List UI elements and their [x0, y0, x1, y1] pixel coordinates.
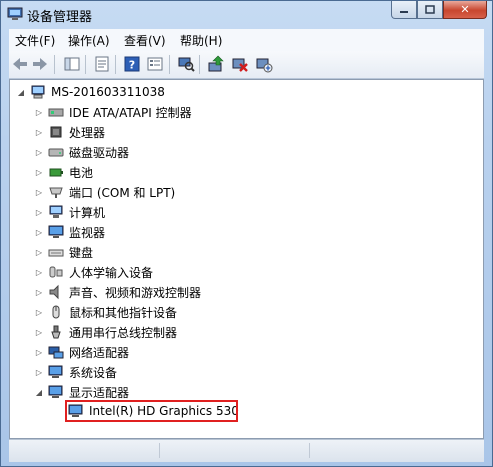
- tree-category[interactable]: ▷ 键盘: [34, 242, 93, 262]
- category-label: 计算机: [69, 205, 106, 220]
- category-label: 显示适配器: [69, 385, 130, 400]
- tree-category[interactable]: ▷ 人体学输入设备: [34, 262, 153, 282]
- display-adapter-icon: [48, 385, 63, 398]
- update-driver-icon[interactable]: [207, 55, 225, 73]
- system-devices-icon: [48, 365, 63, 378]
- tree-root[interactable]: ◢ MS-201603311038: [16, 82, 165, 102]
- monitor-icon: [48, 225, 64, 238]
- category-label: 系统设备: [69, 365, 118, 380]
- tree-category[interactable]: ▷ 系统设备: [34, 362, 117, 382]
- disable-icon[interactable]: [231, 55, 249, 73]
- expanded-arrow-icon[interactable]: ◢: [16, 87, 26, 97]
- toolbar: ?: [9, 51, 484, 79]
- collapsed-arrow-icon[interactable]: ▷: [34, 187, 44, 197]
- show-hide-console-tree-icon[interactable]: [63, 55, 81, 73]
- highlight-box: [65, 400, 238, 422]
- status-bar: [9, 439, 484, 462]
- collapsed-arrow-icon[interactable]: ▷: [34, 287, 44, 297]
- collapsed-arrow-icon[interactable]: ▷: [34, 367, 44, 377]
- menu-action[interactable]: 操作(A): [66, 32, 112, 49]
- back-icon[interactable]: [11, 55, 29, 73]
- maximize-icon: [425, 5, 435, 14]
- tree-category[interactable]: ▷ 鼠标和其他指针设备: [34, 302, 177, 322]
- computer-icon: [31, 85, 45, 99]
- tree-category[interactable]: ▷ 通用串行总线控制器: [34, 322, 177, 342]
- speaker-icon: [49, 284, 59, 300]
- category-label: 网络适配器: [69, 345, 130, 360]
- computer-name: MS-201603311038: [51, 85, 165, 99]
- tree-category[interactable]: ▷ 磁盘驱动器: [34, 142, 129, 162]
- minimize-button[interactable]: [391, 1, 417, 19]
- tree-category[interactable]: ▷ 端口 (COM 和 LPT): [34, 182, 175, 202]
- collapsed-arrow-icon[interactable]: ▷: [34, 207, 44, 217]
- collapsed-arrow-icon[interactable]: ▷: [34, 327, 44, 337]
- category-label: IDE ATA/ATAPI 控制器: [69, 105, 192, 120]
- collapsed-arrow-icon[interactable]: ▷: [34, 267, 44, 277]
- category-label: 通用串行总线控制器: [69, 325, 178, 340]
- forward-icon[interactable]: [31, 55, 49, 73]
- svg-text:?: ?: [129, 59, 135, 72]
- minimize-icon: [400, 10, 408, 13]
- tree-category[interactable]: ▷ 计算机: [34, 202, 105, 222]
- menu-view[interactable]: 查看(V): [122, 32, 168, 49]
- collapsed-arrow-icon[interactable]: ▷: [34, 307, 44, 317]
- title-bar[interactable]: 设备管理器 ✕: [1, 1, 492, 29]
- keyboard-icon: [48, 249, 64, 257]
- collapsed-arrow-icon[interactable]: ▷: [34, 127, 44, 137]
- expanded-arrow-icon[interactable]: ◢: [34, 387, 44, 397]
- device-manager-icon: [7, 7, 23, 20]
- maximize-button[interactable]: [417, 1, 443, 19]
- port-icon: [49, 187, 63, 198]
- help-icon[interactable]: ?: [123, 55, 141, 73]
- computer-icon: [49, 205, 63, 218]
- processor-icon: [50, 126, 62, 138]
- device-manager-window: 设备管理器 ✕ 文件(F) 操作(A) 查看(V) 帮助(H) ? ◢ MS-2…: [0, 0, 493, 467]
- uninstall-icon[interactable]: [255, 55, 273, 73]
- scan-hardware-icon[interactable]: [177, 55, 195, 73]
- category-label: 电池: [69, 165, 94, 180]
- collapsed-arrow-icon[interactable]: ▷: [34, 167, 44, 177]
- collapsed-arrow-icon[interactable]: ▷: [34, 107, 44, 117]
- category-label: 处理器: [69, 125, 106, 140]
- tree-category[interactable]: ▷ 声音、视频和游戏控制器: [34, 282, 201, 302]
- menu-file[interactable]: 文件(F): [13, 32, 57, 49]
- ide-controller-icon: [48, 108, 64, 117]
- collapsed-arrow-icon[interactable]: ▷: [34, 247, 44, 257]
- device-tree[interactable]: ◢ MS-201603311038 ▷ IDE ATA/ATAPI 控制器 ▷ …: [9, 79, 484, 439]
- close-icon: ✕: [460, 3, 470, 16]
- human-interface-device-icon: [49, 266, 63, 278]
- usb-icon: [51, 325, 61, 339]
- close-button[interactable]: ✕: [443, 1, 487, 19]
- tree-category[interactable]: ▷ 网络适配器: [34, 342, 129, 362]
- category-label: 键盘: [69, 245, 94, 260]
- menu-help[interactable]: 帮助(H): [178, 32, 224, 49]
- collapsed-arrow-icon[interactable]: ▷: [34, 347, 44, 357]
- collapsed-arrow-icon[interactable]: ▷: [34, 147, 44, 157]
- category-label: 声音、视频和游戏控制器: [69, 285, 202, 300]
- category-label: 磁盘驱动器: [69, 145, 130, 160]
- disk-drive-icon: [48, 148, 64, 157]
- tree-category[interactable]: ▷ IDE ATA/ATAPI 控制器: [34, 102, 192, 122]
- properties-icon[interactable]: [93, 55, 111, 73]
- tree-category-expanded[interactable]: ◢ 显示适配器: [34, 382, 129, 402]
- tree-category[interactable]: ▷ 处理器: [34, 122, 105, 142]
- category-label: 人体学输入设备: [69, 265, 154, 280]
- window-title: 设备管理器: [27, 10, 93, 25]
- network-adapter-icon: [48, 346, 64, 359]
- category-label: 端口 (COM 和 LPT): [69, 185, 176, 200]
- tree-category[interactable]: ▷ 监视器: [34, 222, 105, 242]
- mouse-icon: [52, 305, 60, 319]
- category-label: 监视器: [69, 225, 106, 240]
- category-label: 鼠标和其他指针设备: [69, 305, 178, 320]
- battery-icon: [49, 168, 63, 177]
- view-icon[interactable]: [146, 55, 164, 73]
- collapsed-arrow-icon[interactable]: ▷: [34, 227, 44, 237]
- tree-category[interactable]: ▷ 电池: [34, 162, 93, 182]
- menu-bar: 文件(F) 操作(A) 查看(V) 帮助(H): [9, 29, 484, 52]
